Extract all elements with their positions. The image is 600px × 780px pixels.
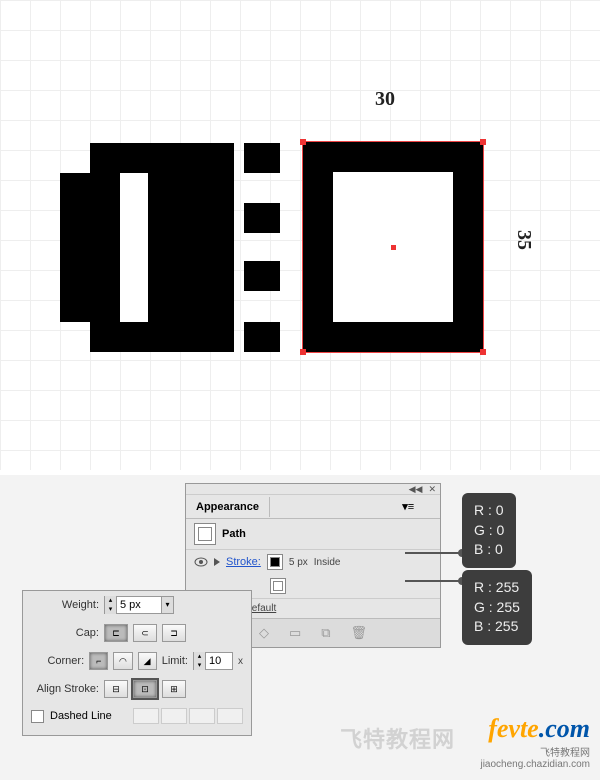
weight-dropdown[interactable]: ▾: [161, 597, 173, 613]
weight-input[interactable]: [117, 597, 161, 613]
stroke-weight-value: 5 px: [289, 557, 308, 568]
logo-tagline: 飞特教程网: [480, 744, 590, 759]
dimension-height: 35: [512, 230, 535, 250]
trash-icon[interactable]: 🗑: [351, 625, 368, 641]
selection-center: [391, 245, 396, 250]
limit-stepper[interactable]: ▴▾: [193, 652, 233, 670]
cap-label: Cap:: [31, 627, 99, 639]
rgb-b: B : 255: [474, 617, 520, 637]
logo-url: jiaocheng.chazidian.com: [480, 759, 590, 770]
new-stroke-icon[interactable]: ▭: [289, 625, 301, 641]
limit-input[interactable]: [206, 653, 232, 669]
rgb-b: B : 0: [474, 540, 504, 560]
visibility-toggle-icon[interactable]: [194, 555, 208, 569]
appearance-tab[interactable]: Appearance: [186, 497, 270, 517]
limit-label: Limit:: [162, 655, 188, 667]
rgb-g: G : 255: [474, 598, 520, 618]
expand-icon[interactable]: [214, 558, 220, 566]
corner-label: Corner:: [31, 655, 84, 667]
stroke-swatch[interactable]: [267, 554, 283, 570]
collapse-icon[interactable]: ◀◀: [409, 484, 423, 495]
weight-label: Weight:: [31, 599, 99, 611]
corner-bevel-button[interactable]: ◢: [138, 652, 157, 670]
align-outside-button[interactable]: ⊞: [162, 680, 186, 698]
align-inside-button[interactable]: ⊡: [133, 680, 157, 698]
stroke-align-value: Inside: [314, 557, 341, 568]
selection-handle-tr[interactable]: [480, 139, 486, 145]
corner-miter-button[interactable]: ⌐: [89, 652, 108, 670]
callout-line-stroke: [405, 552, 463, 554]
stroke-panel[interactable]: Weight: ▴▾ ▾ Cap: ⊏ ⊂ ⊐ Corner: ⌐ ◠ ◢ Li…: [22, 590, 252, 736]
dashed-line-label: Dashed Line: [50, 710, 112, 722]
new-fill-icon[interactable]: ◇: [259, 625, 269, 641]
corner-round-button[interactable]: ◠: [113, 652, 132, 670]
selection-handle-br[interactable]: [480, 349, 486, 355]
pixel-shape-left[interactable]: [60, 143, 234, 352]
rgb-g: G : 0: [474, 521, 504, 541]
limit-unit: x: [238, 656, 243, 667]
logo-brand-a: fevte: [488, 714, 539, 743]
watermark: 飞特教程网: [340, 722, 455, 754]
site-logo: fevte.com 飞特教程网 jiaocheng.chazidian.com: [480, 714, 590, 770]
fill-swatch[interactable]: [270, 578, 286, 594]
rgb-r: R : 255: [474, 578, 520, 598]
selection-handle-bl[interactable]: [300, 349, 306, 355]
cap-projecting-button[interactable]: ⊐: [162, 624, 186, 642]
align-stroke-label: Align Stroke:: [31, 683, 99, 695]
dimension-width: 30: [375, 88, 395, 111]
panels-area: ◀◀ ✕ Appearance ▾≡ Path Stroke: 5 px Ins…: [0, 475, 600, 780]
object-thumbnail: [194, 523, 216, 545]
stroke-link[interactable]: Stroke:: [226, 556, 261, 568]
dash-pattern-inputs: [133, 708, 243, 724]
artboard[interactable]: 30 35: [0, 0, 600, 470]
duplicate-icon[interactable]: ⧉: [321, 625, 330, 641]
cap-butt-button[interactable]: ⊏: [104, 624, 128, 642]
panel-menu-icon[interactable]: ▾≡: [270, 496, 440, 517]
align-center-button[interactable]: ⊟: [104, 680, 128, 698]
logo-brand-b: .com: [539, 714, 590, 743]
pixel-stripes[interactable]: [244, 143, 280, 352]
rgb-r: R : 0: [474, 501, 504, 521]
rgb-stroke-callout: R : 0 G : 0 B : 0: [462, 493, 516, 568]
dashed-line-checkbox[interactable]: [31, 710, 44, 723]
weight-stepper[interactable]: ▴▾ ▾: [104, 596, 174, 614]
cap-round-button[interactable]: ⊂: [133, 624, 157, 642]
selection-handle-tl[interactable]: [300, 139, 306, 145]
callout-line-fill: [405, 580, 463, 582]
rgb-fill-callout: R : 255 G : 255 B : 255: [462, 570, 532, 645]
object-type-label: Path: [222, 528, 246, 540]
close-icon[interactable]: ✕: [428, 484, 436, 495]
